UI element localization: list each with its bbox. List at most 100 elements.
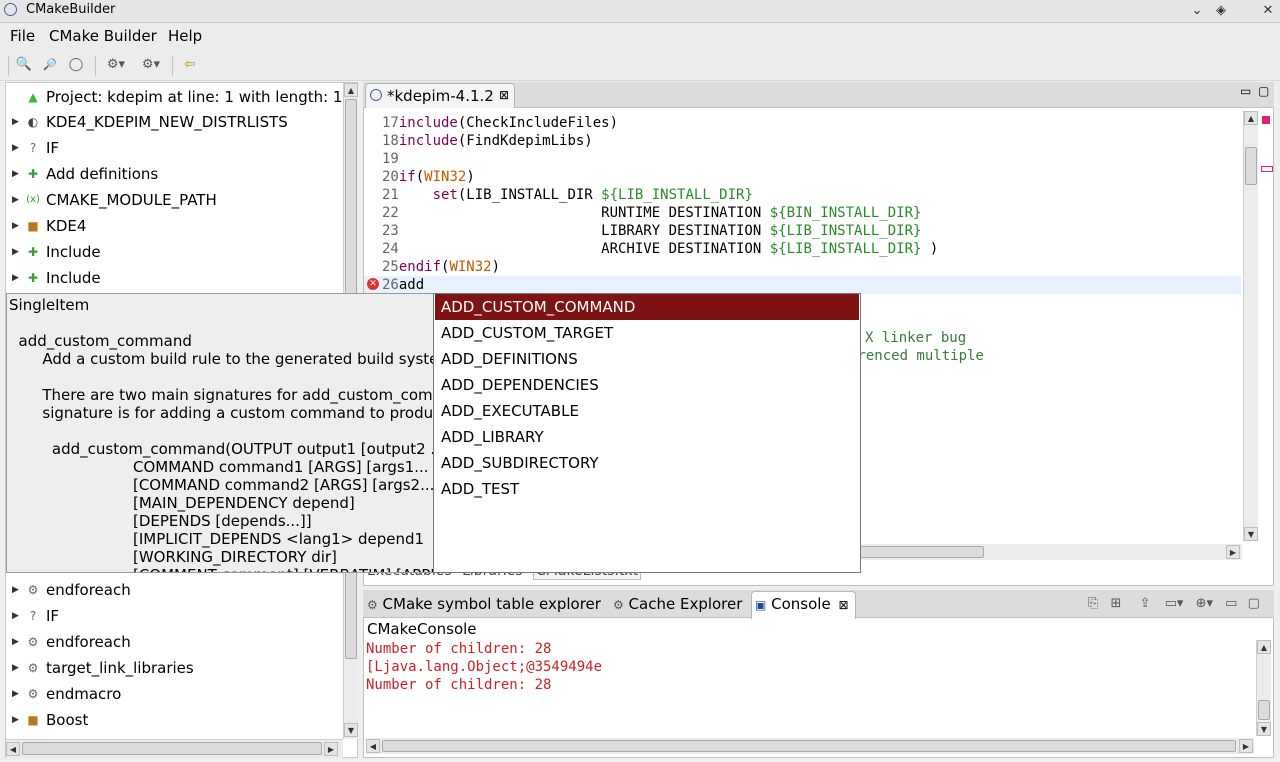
doc-popup-line: add_custom_command(OUTPUT output1 [outpu… <box>9 440 434 458</box>
proposal-item[interactable]: ADD_LIBRARY <box>435 424 859 450</box>
code-token: (LIB_INSTALL_DIR <box>457 187 602 203</box>
code-token: include <box>398 133 458 149</box>
expand-arrow-icon[interactable]: ▶ <box>12 681 19 707</box>
proposal-item[interactable]: ADD_CUSTOM_COMMAND <box>435 294 859 320</box>
scroll-thumb[interactable] <box>1245 147 1257 185</box>
tree-item-label: Project: kdepim at line: 1 with length: … <box>46 88 342 106</box>
tree-horizontal-scrollbar[interactable]: ◀ ▶ <box>6 739 343 758</box>
scroll-up-arrow-icon[interactable]: ▲ <box>344 83 358 97</box>
scroll-thumb[interactable] <box>860 546 984 558</box>
expand-arrow-icon[interactable]: ▶ <box>12 577 19 603</box>
refresh-icon[interactable]: ◯ <box>67 56 85 74</box>
expand-arrow-icon[interactable]: ▶ <box>12 161 19 187</box>
tree-item[interactable]: ▶ ⚙ endforeach <box>6 577 342 603</box>
expand-arrow-icon[interactable]: ▶ <box>12 265 19 291</box>
expand-arrow-icon[interactable]: ▶ <box>12 109 19 135</box>
expand-arrow-icon[interactable]: ▶ <box>12 603 19 629</box>
proposal-item[interactable]: ADD_TEST <box>435 476 859 502</box>
code-line: 24 ARCHIVE DESTINATION ${LIB_INSTALL_DIR… <box>382 240 938 258</box>
proposal-item[interactable]: ADD_DEFINITIONS <box>435 346 859 372</box>
console-horizontal-scrollbar[interactable]: ◀ ▶ <box>366 738 1254 754</box>
maximize-view-icon[interactable]: ▢ <box>1248 596 1260 611</box>
scroll-left-arrow-icon[interactable]: ◀ <box>6 742 20 756</box>
code-token: (FindKdepimLibs) <box>457 133 593 149</box>
scroll-down-arrow-icon[interactable]: ▼ <box>1257 722 1271 736</box>
back-icon[interactable]: ⇦ <box>181 56 199 74</box>
expand-arrow-icon[interactable]: ▶ <box>12 707 19 733</box>
close-icon[interactable]: ⊠ <box>838 598 848 612</box>
editor-vertical-scrollbar[interactable]: ▲ ▼ <box>1243 111 1258 541</box>
scroll-thumb[interactable] <box>1258 700 1270 720</box>
tree-item[interactable]: ▶ ■ KDE4 <box>6 213 342 239</box>
run-icon[interactable]: ⚙▾ <box>103 56 129 74</box>
tree-item[interactable]: ▶ (x) CMAKE_MODULE_PATH <box>6 187 342 213</box>
tab-console[interactable]: ▣ Console ⊠ <box>751 591 856 619</box>
code-token: set <box>432 187 458 203</box>
maximize-button[interactable]: ◈ <box>1212 2 1230 19</box>
scroll-thumb[interactable] <box>22 742 322 755</box>
open-console-icon[interactable]: ⊕▾ <box>1196 596 1213 611</box>
editor-horizontal-scrollbar[interactable]: ▶ <box>860 544 1242 560</box>
tree-item[interactable]: ▶ ⚙ endmacro <box>6 681 342 707</box>
toolbar: 🔍 🔎 ◯ ⚙▾ ⚙▾ ⇦ <box>0 50 1280 81</box>
tree-item[interactable]: ▶ ⚙ endforeach <box>6 629 342 655</box>
proposal-item[interactable]: ADD_CUSTOM_TARGET <box>435 320 859 346</box>
tree-item[interactable]: ▶ ✚ Include <box>6 265 342 291</box>
proposal-item[interactable]: ADD_SUBDIRECTORY <box>435 450 859 476</box>
editor-tab[interactable]: *kdepim-4.1.2 ⊠ <box>365 83 515 108</box>
close-icon[interactable]: ⊠ <box>499 88 509 102</box>
scroll-right-arrow-icon[interactable]: ▶ <box>324 742 338 756</box>
scroll-down-arrow-icon[interactable]: ▼ <box>1244 527 1258 541</box>
pin-console-icon[interactable]: ⇪ <box>1140 596 1151 611</box>
tree-item[interactable]: ▶ ■ Boost <box>6 707 342 733</box>
scroll-right-arrow-icon[interactable]: ▶ <box>1239 739 1253 753</box>
expand-arrow-icon[interactable]: ▶ <box>12 655 19 681</box>
expand-arrow-icon[interactable]: ▶ <box>12 187 19 213</box>
minimize-button[interactable]: ⌄ <box>1188 2 1206 19</box>
scroll-right-arrow-icon[interactable]: ▶ <box>1226 545 1240 559</box>
display-console-icon[interactable]: ▭▾ <box>1165 596 1184 611</box>
menu-cmake-builder[interactable]: CMake Builder <box>49 27 157 45</box>
scroll-thumb[interactable] <box>382 740 1236 752</box>
code-token: ( <box>415 169 425 185</box>
tree-item[interactable]: ▶? IF <box>6 603 342 629</box>
scroll-down-arrow-icon[interactable]: ▼ <box>344 723 358 737</box>
menu-help[interactable]: Help <box>168 27 202 45</box>
scroll-up-arrow-icon[interactable]: ▲ <box>1257 640 1271 654</box>
tree-item[interactable]: ▶ ◐ KDE4_KDEPIM_NEW_DISTRLISTS <box>6 109 342 135</box>
overview-marker-icon[interactable] <box>1261 166 1273 172</box>
error-marker-icon[interactable] <box>1262 116 1270 124</box>
scroll-lock-icon[interactable]: ⊞ <box>1111 596 1122 611</box>
proposal-item[interactable]: ADD_EXECUTABLE <box>435 398 859 424</box>
console-line: Number of children: 28 <box>366 677 552 693</box>
search-icon[interactable]: 🔍 <box>15 56 33 74</box>
search-small-icon[interactable]: 🔎 <box>41 56 59 74</box>
maximize-view-icon[interactable]: ▢ <box>1258 84 1269 98</box>
tab-cache-explorer[interactable]: ⚙ Cache Explorer <box>613 592 742 617</box>
tree-item-label: KDE4_KDEPIM_NEW_DISTRLISTS <box>46 113 288 131</box>
debug-icon[interactable]: ⚙▾ <box>138 56 164 74</box>
tree-item[interactable]: ▲ Project: kdepim at line: 1 with length:… <box>6 84 342 110</box>
console-vertical-scrollbar[interactable]: ▲ ▼ <box>1256 640 1271 736</box>
tree-item[interactable]: ▶ ⚙ target_link_libraries <box>6 655 342 681</box>
tree-item[interactable]: ▶ ✚ Include <box>6 239 342 265</box>
scroll-left-arrow-icon[interactable]: ◀ <box>366 739 380 753</box>
minimize-view-icon[interactable]: ▭ <box>1225 596 1237 611</box>
minimize-view-icon[interactable]: ▭ <box>1240 84 1251 98</box>
expand-arrow-icon[interactable]: ▶ <box>12 239 19 265</box>
tab-symbol-table[interactable]: ⚙ CMake symbol table explorer <box>367 592 601 617</box>
close-button[interactable]: ✕ <box>1259 2 1277 19</box>
expand-arrow-icon[interactable]: ▶ <box>12 629 19 655</box>
proposal-item[interactable]: ADD_DEPENDENCIES <box>435 372 859 398</box>
scroll-up-arrow-icon[interactable]: ▲ <box>1244 111 1258 125</box>
menu-file[interactable]: File <box>10 27 35 45</box>
tree-item[interactable]: ▶ ✚ Add definitions <box>6 161 342 187</box>
console-output[interactable]: Number of children: 28 [Ljava.lang.Object… <box>366 640 1254 736</box>
gear-icon: ⚙ <box>613 598 624 612</box>
tree-item-label: endforeach <box>46 633 131 651</box>
expand-arrow-icon[interactable]: ▶ <box>12 135 19 161</box>
clear-console-icon[interactable]: ⎘ <box>1088 596 1098 611</box>
toolbar-separator <box>8 56 9 76</box>
tree-item[interactable]: ▶? IF <box>6 135 342 161</box>
expand-arrow-icon[interactable]: ▶ <box>12 213 19 239</box>
